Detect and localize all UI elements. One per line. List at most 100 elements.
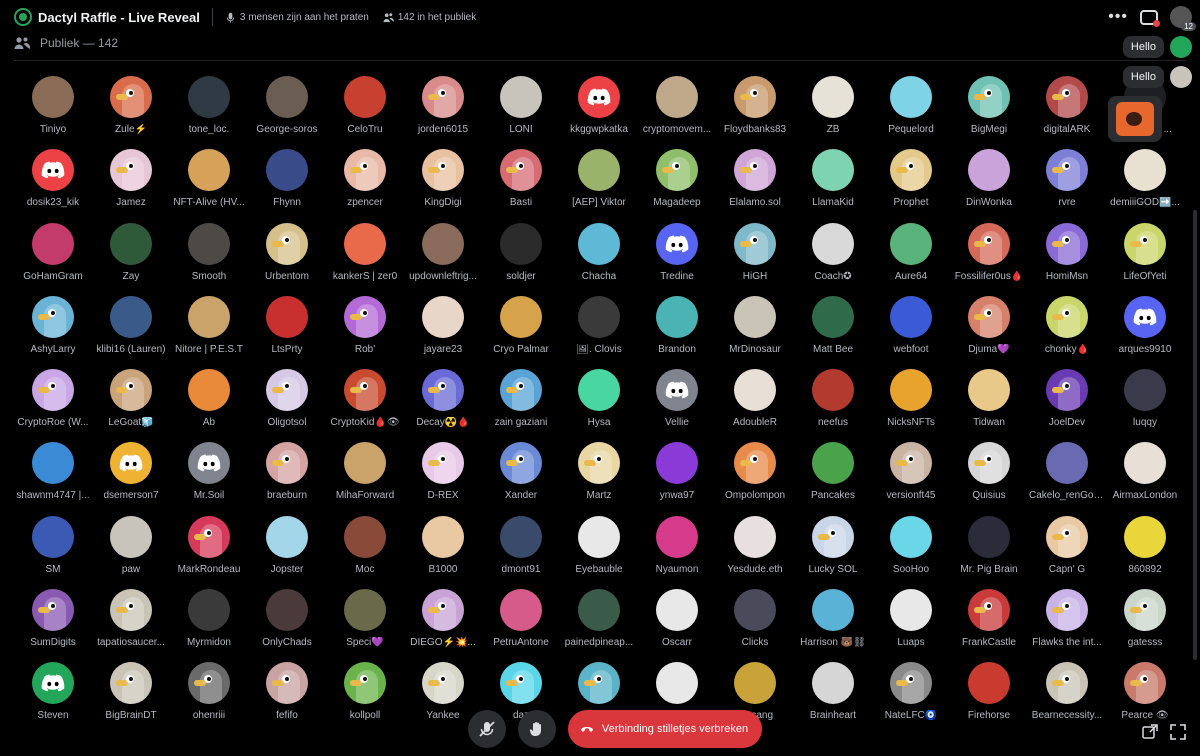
- audience-member[interactable]: KingDigi: [404, 143, 482, 216]
- audience-member[interactable]: Tiniyo: [14, 70, 92, 143]
- audience-member[interactable]: braeburn: [248, 436, 326, 509]
- audience-member[interactable]: Smooth: [170, 217, 248, 290]
- audience-member[interactable]: tone_loc.: [170, 70, 248, 143]
- audience-member[interactable]: CryptoRoe (W...: [14, 363, 92, 436]
- audience-member[interactable]: BigMegi: [950, 70, 1028, 143]
- screen-share-icon[interactable]: [1140, 9, 1160, 27]
- audience-member[interactable]: Basti: [482, 143, 560, 216]
- audience-member[interactable]: demiiiGOD➡️...: [1106, 143, 1184, 216]
- audience-member[interactable]: Vellie: [638, 363, 716, 436]
- chat-message[interactable]: Hello: [1122, 36, 1164, 58]
- audience-member[interactable]: Jopster: [248, 510, 326, 583]
- popout-icon[interactable]: [1142, 724, 1158, 740]
- audience-member[interactable]: AshyLarry: [14, 290, 92, 363]
- audience-member[interactable]: CeloTru: [326, 70, 404, 143]
- audience-member[interactable]: zpencer: [326, 143, 404, 216]
- audience-member[interactable]: ZB: [794, 70, 872, 143]
- audience-member[interactable]: Mr. Pig Brain: [950, 510, 1028, 583]
- audience-member[interactable]: LtsPrty: [248, 290, 326, 363]
- audience-member[interactable]: neefus: [794, 363, 872, 436]
- audience-member[interactable]: Speci💜: [326, 583, 404, 656]
- audience-member[interactable]: Tidwan: [950, 363, 1028, 436]
- audience-member[interactable]: kkggwpkatka: [560, 70, 638, 143]
- audience-member[interactable]: MarkRondeau: [170, 510, 248, 583]
- audience-member[interactable]: Prophet: [872, 143, 950, 216]
- audience-member[interactable]: Luaps: [872, 583, 950, 656]
- audience-member[interactable]: 860892: [1106, 510, 1184, 583]
- audience-member[interactable]: HiGH: [716, 217, 794, 290]
- audience-member[interactable]: [AEP] Viktor: [560, 143, 638, 216]
- audience-member[interactable]: Flawks the int...: [1028, 583, 1106, 656]
- audience-member[interactable]: Rob': [326, 290, 404, 363]
- audience-member[interactable]: Nitore | P.E.S.T: [170, 290, 248, 363]
- audience-member[interactable]: Quisius: [950, 436, 1028, 509]
- audience-member[interactable]: chonky🩸: [1028, 290, 1106, 363]
- audience-member[interactable]: versionft45: [872, 436, 950, 509]
- mute-button[interactable]: [467, 710, 506, 748]
- audience-member[interactable]: dmont91: [482, 510, 560, 583]
- audience-member[interactable]: Tredine: [638, 217, 716, 290]
- scrollbar[interactable]: [1193, 210, 1197, 660]
- audience-member[interactable]: George-soros: [248, 70, 326, 143]
- audience-member[interactable]: Oligotsol: [248, 363, 326, 436]
- audience-member[interactable]: cryptomovem...: [638, 70, 716, 143]
- audience-member[interactable]: MrDinosaur: [716, 290, 794, 363]
- audience-member[interactable]: Pequelord: [872, 70, 950, 143]
- audience-member[interactable]: Yesdude.eth: [716, 510, 794, 583]
- audience-member[interactable]: LlamaKid: [794, 143, 872, 216]
- audience-member[interactable]: PetruAntone: [482, 583, 560, 656]
- audience-member[interactable]: LONI: [482, 70, 560, 143]
- audience-member[interactable]: DIEGO⚡️💥...: [404, 583, 482, 656]
- audience-member[interactable]: Harrison 🐻⛓: [794, 583, 872, 656]
- audience-member[interactable]: zain gaziani: [482, 363, 560, 436]
- more-options-icon[interactable]: •••: [1108, 7, 1128, 27]
- audience-member[interactable]: 🖼. Clovis: [560, 290, 638, 363]
- audience-member[interactable]: Xander: [482, 436, 560, 509]
- leave-quietly-button[interactable]: Verbinding stilletjes verbreken: [567, 710, 763, 748]
- audience-member[interactable]: updownleftrig...: [404, 217, 482, 290]
- audience-member[interactable]: jorden6015: [404, 70, 482, 143]
- audience-member[interactable]: soldjer: [482, 217, 560, 290]
- audience-member[interactable]: Hysa: [560, 363, 638, 436]
- audience-member[interactable]: Myrmidon: [170, 583, 248, 656]
- raise-hand-button[interactable]: [517, 710, 556, 748]
- audience-member[interactable]: D-REX: [404, 436, 482, 509]
- audience-member[interactable]: luqqy: [1106, 363, 1184, 436]
- audience-member[interactable]: SumDigits: [14, 583, 92, 656]
- audience-member[interactable]: SooHoo: [872, 510, 950, 583]
- audience-member[interactable]: Zule⚡️: [92, 70, 170, 143]
- audience-member[interactable]: dsemerson7: [92, 436, 170, 509]
- audience-member[interactable]: ynwa97: [638, 436, 716, 509]
- audience-member[interactable]: paw: [92, 510, 170, 583]
- audience-member[interactable]: Moc: [326, 510, 404, 583]
- audience-member[interactable]: Fossilifer0us🩸: [950, 217, 1028, 290]
- audience-member[interactable]: Mr.Soil: [170, 436, 248, 509]
- audience-member[interactable]: Oscarr: [638, 583, 716, 656]
- audience-member[interactable]: GoHamGram: [14, 217, 92, 290]
- speaker-tile[interactable]: [1108, 96, 1162, 142]
- audience-member[interactable]: Elalamo.sol: [716, 143, 794, 216]
- audience-member[interactable]: Floydbanks83: [716, 70, 794, 143]
- audience-member[interactable]: Cryo Palmar: [482, 290, 560, 363]
- audience-member[interactable]: DinWonka: [950, 143, 1028, 216]
- audience-member[interactable]: Lucky SOL: [794, 510, 872, 583]
- audience-member[interactable]: Nyaumon: [638, 510, 716, 583]
- audience-member[interactable]: LeGoat🧊: [92, 363, 170, 436]
- audience-member[interactable]: Aure64: [872, 217, 950, 290]
- audience-member[interactable]: Ab: [170, 363, 248, 436]
- audience-member[interactable]: Clicks: [716, 583, 794, 656]
- audience-member[interactable]: JoelDev: [1028, 363, 1106, 436]
- audience-member[interactable]: webfoot: [872, 290, 950, 363]
- audience-member[interactable]: Urbentom: [248, 217, 326, 290]
- audience-member[interactable]: SM: [14, 510, 92, 583]
- audience-member[interactable]: dosik23_kik: [14, 143, 92, 216]
- audience-member[interactable]: painedpineap...: [560, 583, 638, 656]
- audience-member[interactable]: Decay☢️🩸: [404, 363, 482, 436]
- audience-member[interactable]: jayare23: [404, 290, 482, 363]
- audience-member[interactable]: digitalARK: [1028, 70, 1106, 143]
- audience-member[interactable]: Magadeep: [638, 143, 716, 216]
- chat-message[interactable]: Hello: [1122, 66, 1164, 88]
- audience-member[interactable]: HomiMsn: [1028, 217, 1106, 290]
- audience-member[interactable]: Pancakes: [794, 436, 872, 509]
- audience-member[interactable]: OnlyChads: [248, 583, 326, 656]
